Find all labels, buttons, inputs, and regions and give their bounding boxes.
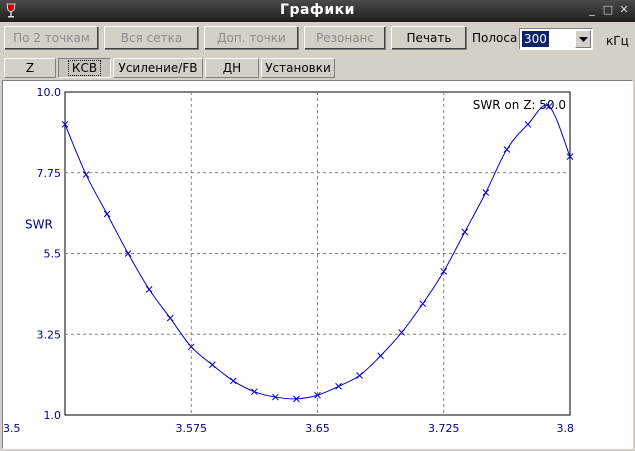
y-tick-label: 10.0 — [37, 86, 62, 99]
tab-settings[interactable]: Установки — [261, 58, 335, 78]
band-select[interactable]: 300 — [519, 28, 593, 50]
close-icon[interactable]: ✕ — [617, 3, 631, 17]
chart-panel: 3.5 3.575 3.65 3.725 3.8 1.0 3.25 5.5 7.75 10.0 S… — [2, 80, 633, 449]
x-tick-label: 3.575 — [176, 422, 208, 435]
maximize-icon[interactable]: □ — [601, 3, 615, 17]
tab-label: Z — [25, 61, 35, 75]
tab-label: Установки — [265, 61, 331, 75]
title-bar[interactable]: Графики _ □ ✕ — [0, 0, 635, 22]
tab-label: КСВ — [67, 60, 102, 76]
extra-points-button[interactable]: Доп. точки — [204, 26, 299, 50]
tab-z[interactable]: Z — [4, 58, 56, 78]
x-tick-label: 3.725 — [428, 422, 460, 435]
minimize-icon[interactable]: _ — [585, 3, 599, 17]
y-axis-label: SWR — [25, 217, 53, 231]
full-grid-button[interactable]: Вся сетка — [104, 26, 199, 50]
band-select-value: 300 — [522, 31, 549, 47]
band-unit: кГц — [606, 34, 629, 48]
two-points-button[interactable]: По 2 точкам — [4, 26, 99, 50]
tab-label: Усиление/FB — [118, 61, 198, 75]
graphs-window: Графики _ □ ✕ По 2 точкам Вся сетка Доп.… — [0, 0, 635, 451]
chevron-down-icon — [579, 37, 588, 42]
y-tick-label: 5.5 — [44, 248, 62, 261]
y-tick-label: 1.0 — [44, 409, 62, 422]
print-button[interactable]: Печать — [391, 26, 467, 50]
band-select-dropdown[interactable] — [575, 30, 591, 48]
band-label: Полоса — [472, 31, 518, 45]
x-tick-label: 3.5 — [3, 422, 21, 435]
tab-label: ДН — [222, 61, 242, 75]
tab-gain-fb[interactable]: Усиление/FB — [113, 58, 203, 78]
tab-swr[interactable]: КСВ — [58, 58, 111, 78]
window-title: Графики — [280, 2, 355, 18]
resonance-button[interactable]: Резонанс — [304, 26, 386, 50]
y-tick-label: 7.75 — [37, 167, 62, 180]
x-tick-label: 3.8 — [557, 422, 575, 435]
swr-chart: 3.5 3.575 3.65 3.725 3.8 1.0 3.25 5.5 7.75 10.0 S… — [3, 86, 575, 435]
x-tick-label: 3.65 — [305, 422, 330, 435]
tab-bar: Z КСВ Усиление/FB ДН Установки — [0, 56, 635, 80]
y-tick-label: 3.25 — [37, 328, 62, 341]
tab-pattern[interactable]: ДН — [205, 58, 259, 78]
